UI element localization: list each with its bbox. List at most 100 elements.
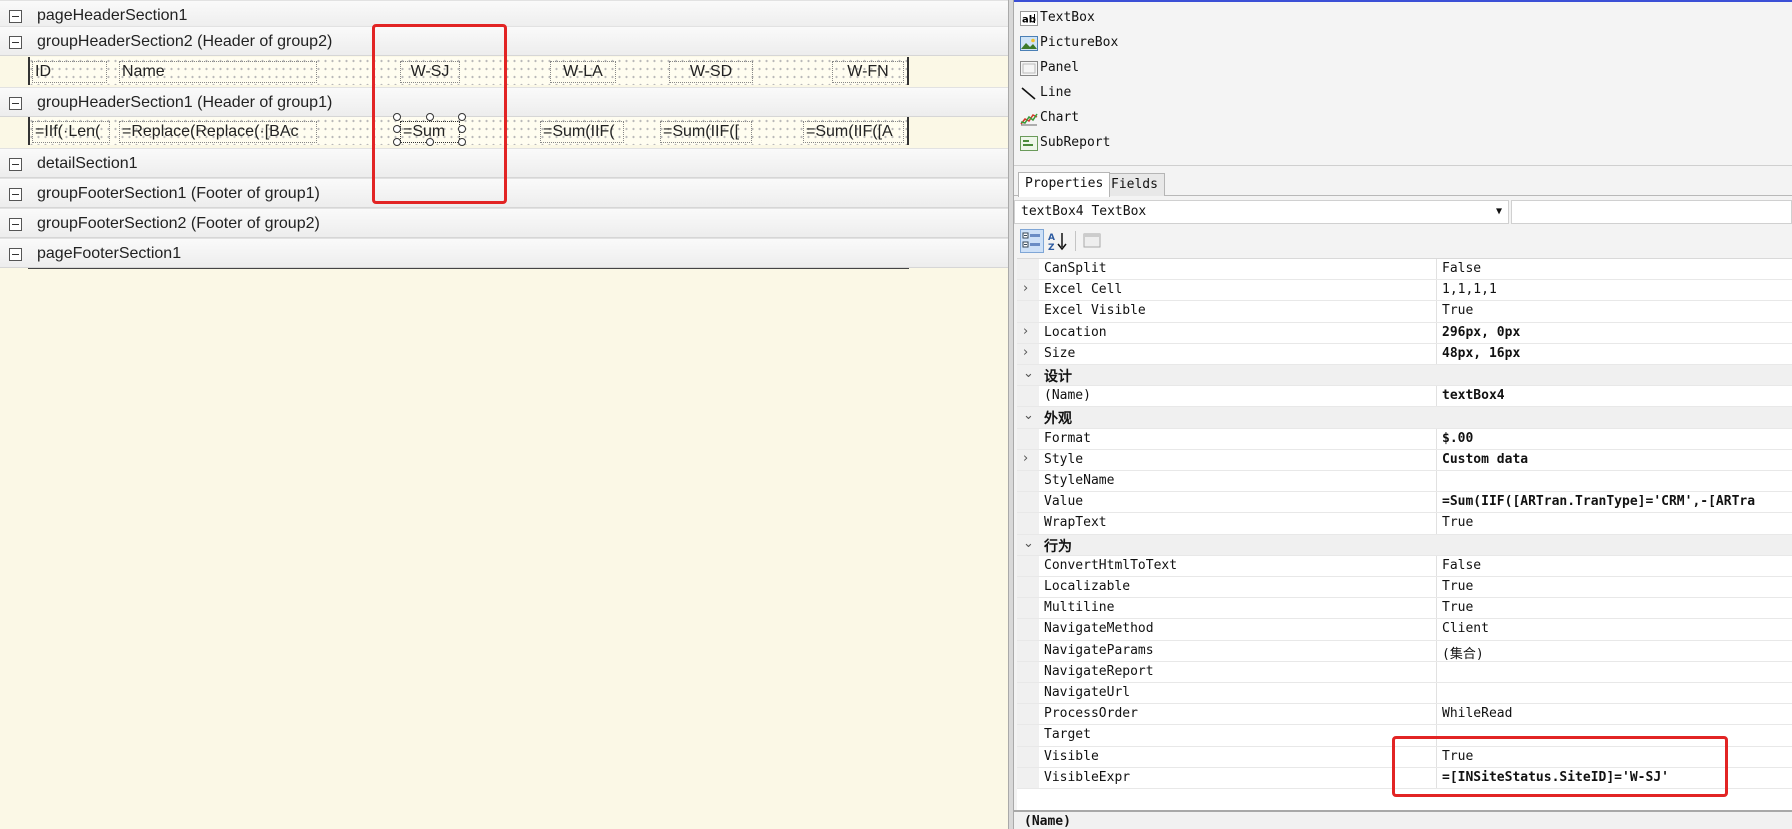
property-value[interactable]: 1,1,1,1 — [1442, 282, 1792, 297]
tab-fields[interactable]: Fields — [1104, 173, 1165, 196]
collapse-icon[interactable] — [9, 188, 22, 201]
chevron-right-icon[interactable]: › — [1023, 324, 1028, 339]
collapse-icon[interactable] — [9, 158, 22, 171]
alphabetical-view-button[interactable]: AZ — [1046, 229, 1070, 253]
property-category[interactable]: ⌄ 行为 — [1017, 534, 1792, 556]
collapse-icon[interactable] — [9, 248, 22, 261]
property-row[interactable]: WrapText True — [1017, 513, 1792, 535]
property-name: StyleName — [1044, 473, 1115, 488]
column-divider — [1436, 513, 1437, 534]
collapse-icon[interactable] — [9, 10, 22, 23]
property-value[interactable]: True — [1442, 579, 1792, 594]
object-selector[interactable]: textBox4 TextBox ▼ — [1014, 200, 1509, 224]
property-value[interactable]: False — [1442, 261, 1792, 276]
property-value[interactable]: WhileRead — [1442, 706, 1792, 721]
collapse-icon[interactable] — [9, 36, 22, 49]
section-group-footer-2[interactable]: groupFooterSection2 (Footer of group2) — [0, 208, 1008, 238]
data-textbox-replace[interactable]: =Replace(Replace(·[BAc — [119, 121, 317, 143]
data-textbox-iif-len[interactable]: =IIf(·Len( — [32, 121, 110, 143]
property-value[interactable]: Custom data — [1442, 452, 1792, 467]
header-textbox-w-la[interactable]: W-LA — [550, 61, 616, 83]
property-row[interactable]: Excel Visible True — [1017, 301, 1792, 323]
property-name: 设计 — [1044, 369, 1072, 385]
property-row[interactable]: NavigateUrl — [1017, 683, 1792, 705]
tab-properties[interactable]: Properties — [1018, 172, 1111, 197]
property-row[interactable]: › Style Custom data — [1017, 449, 1792, 471]
property-name: Excel Cell — [1044, 282, 1123, 298]
chevron-down-icon[interactable]: ⌄ — [1023, 408, 1034, 423]
property-value[interactable]: 48px, 16px — [1442, 346, 1792, 361]
property-row[interactable]: Format $.00 — [1017, 428, 1792, 450]
property-row[interactable]: ConvertHtmlToText False — [1017, 555, 1792, 577]
section-page-footer[interactable]: pageFooterSection1 — [0, 238, 1008, 268]
property-row[interactable]: NavigateParams (集合) — [1017, 640, 1792, 662]
toolbox-item-textbox[interactable]: ab TextBox — [1020, 7, 1095, 29]
report-bottom-edge — [28, 268, 909, 269]
property-grid[interactable]: CanSplit False › Excel Cell 1,1,1,1 Excel Vis… — [1017, 258, 1792, 810]
property-name: Localizable — [1044, 579, 1131, 594]
toolbox-item-subreport[interactable]: SubReport — [1020, 132, 1110, 154]
band-right-edge — [907, 117, 909, 145]
toolbox-item-chart[interactable]: Chart — [1020, 107, 1079, 129]
collapse-icon[interactable] — [9, 97, 22, 110]
property-row[interactable]: (Name) textBox4 — [1017, 386, 1792, 408]
chevron-right-icon[interactable]: › — [1023, 451, 1028, 466]
header-textbox-w-fn[interactable]: W-FN — [832, 61, 904, 83]
property-value[interactable]: textBox4 — [1442, 388, 1792, 403]
property-category[interactable]: ⌄ 设计 — [1017, 365, 1792, 387]
property-row[interactable]: CanSplit False — [1017, 259, 1792, 281]
property-value[interactable]: (集合) — [1442, 643, 1792, 662]
selected-object-label: textBox4 TextBox — [1021, 204, 1147, 219]
property-name: ConvertHtmlToText — [1044, 557, 1178, 573]
property-row[interactable]: › Location 296px, 0px — [1017, 322, 1792, 344]
property-name: NavigateUrl — [1044, 685, 1131, 700]
property-pages-button[interactable] — [1080, 229, 1104, 253]
property-value[interactable]: False — [1442, 558, 1792, 573]
property-row[interactable]: Localizable True — [1017, 577, 1792, 599]
property-value[interactable]: $.00 — [1442, 431, 1792, 446]
chevron-right-icon[interactable]: › — [1023, 345, 1028, 360]
toolbox-item-line[interactable]: Line — [1020, 82, 1071, 104]
property-category[interactable]: ⌄ 外观 — [1017, 407, 1792, 429]
property-row[interactable]: › Size 48px, 16px — [1017, 343, 1792, 365]
property-value[interactable]: Client — [1442, 621, 1792, 636]
header-textbox-w-sd[interactable]: W-SD — [669, 61, 753, 83]
header-textbox-id[interactable]: ID — [32, 61, 107, 83]
categorized-view-button[interactable] — [1020, 229, 1044, 253]
toolbox-item-picturebox[interactable]: PictureBox — [1020, 32, 1118, 54]
header-textbox-name[interactable]: Name — [119, 61, 317, 83]
property-name: Value — [1044, 494, 1084, 510]
property-value[interactable]: =Sum(IIF([ARTran.TranType]='CRM',-[ARTra — [1442, 494, 1792, 509]
data-textbox-sum-iif-3[interactable]: =Sum(IIF([A — [803, 121, 904, 143]
chevron-down-icon[interactable]: ▼ — [1496, 201, 1502, 223]
row-gutter — [1017, 704, 1039, 725]
property-row[interactable]: Multiline True — [1017, 598, 1792, 620]
description-pane: (Name) — [1014, 810, 1792, 829]
property-row[interactable]: NavigateMethod Client — [1017, 619, 1792, 641]
data-textbox-sum-iif-2[interactable]: =Sum(IIF([ — [660, 121, 752, 143]
property-row[interactable]: › Excel Cell 1,1,1,1 — [1017, 280, 1792, 302]
property-row[interactable]: ProcessOrder WhileRead — [1017, 704, 1792, 726]
report-designer-surface[interactable]: pageHeaderSection1 groupHeaderSection2 (… — [0, 0, 1008, 829]
toolbox-item-panel[interactable]: Panel — [1020, 57, 1079, 79]
column-divider — [1436, 386, 1437, 407]
chevron-right-icon[interactable]: › — [1023, 281, 1028, 296]
property-value[interactable]: True — [1442, 515, 1792, 530]
property-value[interactable]: 296px, 0px — [1442, 325, 1792, 340]
column-divider — [1436, 661, 1437, 682]
column-divider — [1436, 449, 1437, 470]
property-row[interactable]: Value =Sum(IIF([ARTran.TranType]='CRM',-[… — [1017, 492, 1792, 514]
chevron-down-icon[interactable]: ⌄ — [1023, 536, 1034, 551]
property-value[interactable]: True — [1442, 303, 1792, 318]
data-textbox-sum-iif-1[interactable]: =Sum(IIF( — [540, 121, 624, 143]
row-gutter — [1017, 259, 1039, 280]
property-row[interactable]: StyleName — [1017, 471, 1792, 493]
property-row[interactable]: NavigateReport — [1017, 661, 1792, 683]
chevron-down-icon[interactable]: ⌄ — [1023, 366, 1034, 381]
svg-text:ab: ab — [1022, 14, 1036, 25]
collapse-icon[interactable] — [9, 218, 22, 231]
panel-icon — [1020, 60, 1038, 76]
textbox-icon: ab — [1020, 10, 1038, 26]
property-value[interactable]: True — [1442, 600, 1792, 615]
line-icon — [1020, 86, 1038, 101]
